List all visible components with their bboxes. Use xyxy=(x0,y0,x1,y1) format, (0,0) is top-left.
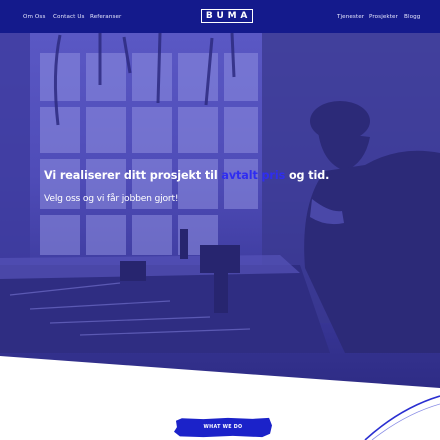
nav-link-prosjekter[interactable]: Prosjekter xyxy=(369,14,398,20)
hero-headline: Vi realiserer ditt prosjekt til avtalt p… xyxy=(44,169,329,182)
hero-subline: Velg oss og vi får jobben gjort! xyxy=(44,193,179,204)
decorative-swoosh xyxy=(364,395,440,440)
hero-headline-highlight: avtalt pris xyxy=(221,169,286,182)
nav-link-contact-us[interactable]: Contact Us xyxy=(53,14,85,20)
what-we-do-button[interactable]: WHAT WE DO xyxy=(174,417,272,438)
nav-link-om-oss[interactable]: Om Oss xyxy=(23,14,45,20)
hero-headline-part1: Vi realiserer ditt prosjekt til xyxy=(44,169,222,182)
top-navbar: Om Oss Contact Us Referanser BUMA Tjenes… xyxy=(0,0,440,33)
brand-logo[interactable]: BUMA xyxy=(201,9,253,23)
nav-link-tjenester[interactable]: Tjenester xyxy=(337,14,364,20)
nav-link-referanser[interactable]: Referanser xyxy=(90,14,121,20)
nav-link-blogg[interactable]: Blogg xyxy=(404,14,420,20)
hero-headline-part2: og tid. xyxy=(285,169,330,182)
